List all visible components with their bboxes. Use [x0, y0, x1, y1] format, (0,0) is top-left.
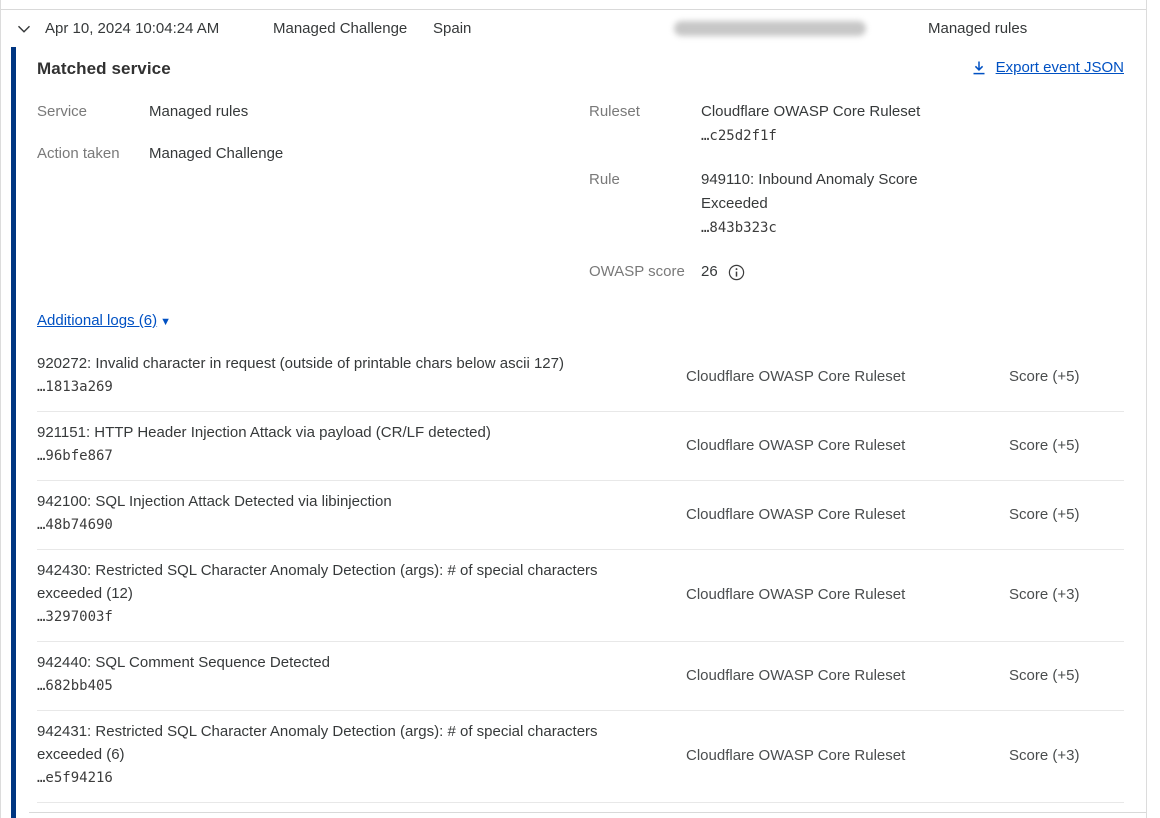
service-field: Service Managed rules: [37, 100, 589, 124]
service-value: Managed rules: [149, 100, 248, 124]
log-rule-id-hash: …1813a269: [37, 375, 646, 400]
export-event-json-label: Export event JSON: [996, 59, 1124, 76]
chevron-down-icon[interactable]: [15, 20, 33, 38]
log-rule-id-hash: …e5f94216: [37, 766, 646, 791]
rule-id-hash: …843b323c: [701, 220, 777, 236]
ruleset-id-hash: …c25d2f1f: [701, 128, 777, 144]
log-score: Score (+3): [1009, 586, 1124, 603]
event-service: Managed rules: [928, 20, 1146, 37]
log-rule-description: 942440: SQL Comment Sequence Detected: [37, 651, 646, 674]
additional-logs-table: 920272: Invalid character in request (ou…: [37, 343, 1124, 802]
owasp-score-value: 26: [701, 260, 718, 284]
log-score: Score (+5): [1009, 506, 1124, 523]
log-score: Score (+5): [1009, 437, 1124, 454]
log-rule-id-hash: …3297003f: [37, 605, 646, 630]
log-row: 921151: HTTP Header Injection Attack via…: [37, 411, 1124, 480]
log-rule-description: 920272: Invalid character in request (ou…: [37, 352, 646, 375]
info-icon[interactable]: [728, 264, 745, 281]
log-rule-description: 921151: HTTP Header Injection Attack via…: [37, 421, 646, 444]
log-score: Score (+5): [1009, 667, 1124, 684]
log-ruleset-name: Cloudflare OWASP Core Ruleset: [686, 437, 1009, 454]
rule-value: 949110: Inbound Anomaly Score Exceeded: [701, 171, 918, 212]
log-ruleset-name: Cloudflare OWASP Core Ruleset: [686, 506, 1009, 523]
redacted-value: [674, 21, 866, 36]
log-rule-description: 942431: Restricted SQL Character Anomaly…: [37, 720, 646, 766]
top-spacer: [1, 0, 1146, 9]
log-rule-description: 942430: Restricted SQL Character Anomaly…: [37, 559, 646, 605]
ruleset-field: Ruleset Cloudflare OWASP Core Ruleset …c…: [589, 100, 1124, 148]
event-timestamp: Apr 10, 2024 10:04:24 AM: [45, 20, 273, 37]
owasp-score-field: OWASP score 26: [589, 260, 1124, 284]
log-row: 942100: SQL Injection Attack Detected vi…: [37, 480, 1124, 549]
log-ruleset-name: Cloudflare OWASP Core Ruleset: [686, 586, 1009, 603]
log-ruleset-name: Cloudflare OWASP Core Ruleset: [686, 368, 1009, 385]
event-action: Managed Challenge: [273, 20, 433, 37]
rule-label: Rule: [589, 168, 701, 240]
export-event-json-link[interactable]: Export event JSON: [971, 59, 1124, 76]
ruleset-value: Cloudflare OWASP Core Ruleset: [701, 103, 920, 120]
caret-down-icon[interactable]: ▼: [160, 316, 171, 328]
security-events-table: Apr 10, 2024 10:04:24 AM Managed Challen…: [0, 0, 1147, 818]
log-ruleset-name: Cloudflare OWASP Core Ruleset: [686, 747, 1009, 764]
owasp-score-label: OWASP score: [589, 260, 701, 284]
log-ruleset-name: Cloudflare OWASP Core Ruleset: [686, 667, 1009, 684]
log-rule-id-hash: …48b74690: [37, 513, 646, 538]
matched-service-fields: Service Managed rules Action taken Manag…: [37, 100, 1124, 284]
event-detail-panel: Matched service Export event JSON Servic…: [11, 47, 1146, 818]
log-score: Score (+5): [1009, 368, 1124, 385]
action-taken-field: Action taken Managed Challenge: [37, 142, 589, 166]
log-rule-id-hash: …96bfe867: [37, 444, 646, 469]
matched-service-heading: Matched service: [37, 59, 171, 79]
log-row: 942440: SQL Comment Sequence Detected …6…: [37, 641, 1124, 710]
additional-logs-toggle[interactable]: Additional logs (6): [37, 312, 157, 329]
log-rule-id-hash: …682bb405: [37, 674, 646, 699]
rule-field: Rule 949110: Inbound Anomaly Score Excee…: [589, 168, 1124, 240]
event-summary-row[interactable]: Apr 10, 2024 10:04:24 AM Managed Challen…: [1, 10, 1146, 47]
additional-logs-label: Additional logs (6): [37, 312, 157, 329]
event-country: Spain: [433, 20, 674, 37]
action-taken-label: Action taken: [37, 142, 149, 166]
log-score: Score (+3): [1009, 747, 1124, 764]
logs-table-bottom-divider: [37, 802, 1124, 803]
log-row: 942431: Restricted SQL Character Anomaly…: [37, 710, 1124, 802]
log-row: 942430: Restricted SQL Character Anomaly…: [37, 549, 1124, 641]
download-icon: [971, 60, 987, 76]
action-taken-value: Managed Challenge: [149, 142, 283, 166]
log-rule-description: 942100: SQL Injection Attack Detected vi…: [37, 490, 646, 513]
event-row-bottom-divider: [29, 812, 1146, 813]
log-row: 920272: Invalid character in request (ou…: [37, 343, 1124, 411]
service-label: Service: [37, 100, 149, 124]
ruleset-label: Ruleset: [589, 100, 701, 148]
